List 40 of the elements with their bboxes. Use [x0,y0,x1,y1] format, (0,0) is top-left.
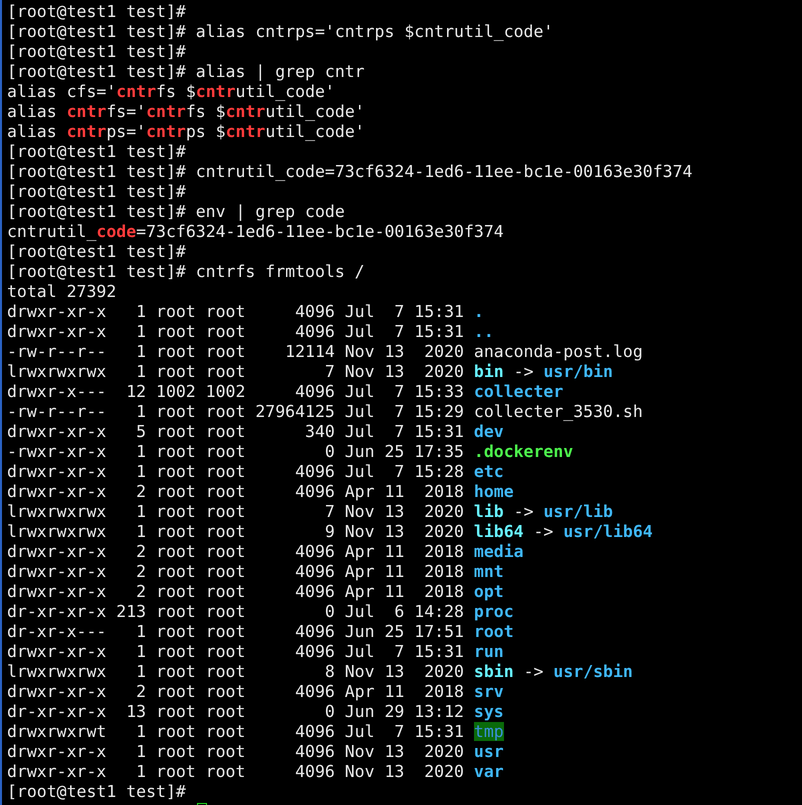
terminal-line: dr-xr-xr-x 213 root root 0 Jul 6 14:28 proc [7,602,514,621]
terminal-line: drwxr-xr-x 2 root root 4096 Apr 11 2018 srv [7,682,504,701]
terminal-line: drwxr-xr-x 2 root root 4096 Apr 11 2018 opt [7,582,504,601]
terminal-line: [root@test1 test]# cntrutil_code=73cf6324-1ed6-11ee-bc1e-00163e30f374 [7,162,692,181]
terminal-line: drwxr-xr-x 1 root root 4096 Nov 13 2020 usr [7,742,504,761]
terminal-line: drwxr-xr-x 2 root root 4096 Apr 11 2018 mnt [7,562,504,581]
terminal-line: drwxr-xr-x 2 root root 4096 Apr 11 2018 media [7,542,524,561]
terminal-line: -rwxr-xr-x 1 root root 0 Jun 25 17:35 .dockerenv [7,442,574,461]
terminal-line: drwxr-xr-x 1 root root 4096 Jul 7 15:31 run [7,642,504,661]
terminal-line: alias cntrps='cntrps $cntrutil_code' [7,122,365,141]
terminal-line: drwxr-xr-x 1 root root 4096 Jul 7 15:31 . [7,302,484,321]
terminal-line: [root@test1 test]# [7,782,186,801]
terminal-line: drwxrwxrwt 1 root root 4096 Jul 7 15:31 tmp [7,722,504,741]
terminal-line: lrwxrwxrwx 1 root root 8 Nov 13 2020 sbin -> usr/sbin [7,662,633,681]
terminal-line: [root@test1 test]# [7,142,186,161]
terminal-line: alias cfs='cntrfs $cntrutil_code' [7,82,335,101]
terminal-line: total 27392 [7,282,116,301]
terminal-line: [root@test1 test]# [7,242,186,261]
terminal-line: [root@test1 test]# alias | grep cntr [7,62,365,81]
terminal-line: [root@test1 test]# [7,2,186,21]
terminal-line: [root@test1 test]# alias cntrps='cntrps $cntrutil_code' [7,22,554,41]
terminal-line: -rw-r--r-- 1 root root 27964125 Jul 7 15:29 collecter_3530.sh [7,402,643,421]
terminal-line: dr-xr-xr-x 13 root root 0 Jun 29 13:12 sys [7,702,504,721]
terminal-line: [root@test1 test]# [7,182,186,201]
terminal-line: drwxr-xr-x 1 root root 4096 Nov 13 2020 var [7,762,504,781]
terminal-line: [root@test1 test]# cntrfs frmtools / [7,262,365,281]
terminal-line: drwxr-xr-x 2 root root 4096 Apr 11 2018 home [7,482,514,501]
terminal-line: -rw-r--r-- 1 root root 12114 Nov 13 2020 anaconda-post.log [7,342,643,361]
terminal-line: drwxr-xr-x 1 root root 4096 Jul 7 15:31 .. [7,322,494,341]
terminal-line: [root@test1 test]# env | grep code [7,202,345,221]
terminal-line: [root@test1 test]# [7,42,186,61]
terminal-line: lrwxrwxrwx 1 root root 7 Nov 13 2020 bin -> usr/bin [7,362,613,381]
terminal-line: lrwxrwxrwx 1 root root 7 Nov 13 2020 lib -> usr/lib [7,502,613,521]
terminal-line: drwxr-xr-x 1 root root 4096 Jul 7 15:28 etc [7,462,504,481]
terminal-line: drwxr-xr-x 5 root root 340 Jul 7 15:31 dev [7,422,504,441]
terminal-line: lrwxrwxrwx 1 root root 9 Nov 13 2020 lib64 -> usr/lib64 [7,522,653,541]
terminal-line: alias cntrfs='cntrfs $cntrutil_code' [7,102,365,121]
terminal-line: cntrutil_code=73cf6324-1ed6-11ee-bc1e-00163e30f374 [7,222,504,241]
terminal-line: dr-xr-x--- 1 root root 4096 Jun 25 17:51 root [7,622,514,641]
terminal-line: drwxr-x--- 12 1002 1002 4096 Jul 7 15:33 collecter [7,382,564,401]
